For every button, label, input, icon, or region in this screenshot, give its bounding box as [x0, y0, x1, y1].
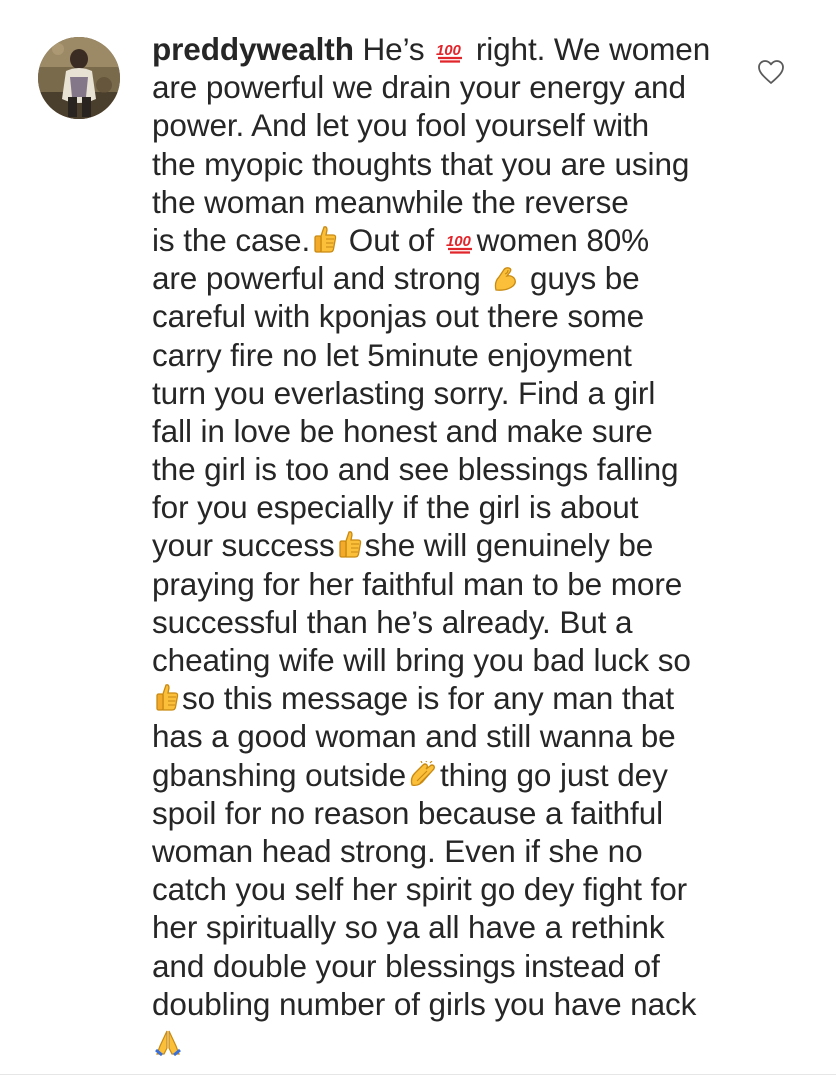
comment-text-segment: He’s	[353, 31, 434, 67]
comment-line: cheating wife will bring you bad luck so	[152, 641, 732, 679]
comment-text-segment: successful than he’s already. But a	[152, 603, 633, 640]
comment-line: and double your blessings instead of	[152, 947, 732, 985]
comment-text-segment: she will genuinely be	[364, 527, 654, 564]
profile-photo	[38, 37, 120, 119]
thumbs-up-icon	[312, 224, 338, 254]
comment-text-segment: so this message is for any man that	[182, 680, 674, 717]
comment-text-segment: power. And let you fool yourself with	[152, 107, 650, 144]
comment: preddywealth He’s 100 right. We women are…	[0, 0, 836, 1080]
comment-text-segment: cheating wife will bring you bad luck so	[152, 642, 691, 678]
divider	[0, 1074, 836, 1075]
comment-line: doubling number of girls you have nack	[152, 985, 732, 1023]
comment-text-segment: praying for her faithful man to be more	[152, 565, 683, 602]
comment-line: are powerful we drain your energy and	[152, 68, 732, 106]
comment-text-segment: your success	[152, 527, 335, 564]
comment-line: fall in love be honest and make sure	[152, 412, 732, 450]
comment-text-segment: right. We women	[467, 31, 711, 67]
comment-text-segment: are powerful and strong	[152, 260, 490, 297]
comment-line	[152, 1023, 732, 1061]
comment-text-segment: fall in love be honest and make sure	[152, 412, 653, 449]
comment-line: for you especially if the girl is about	[152, 488, 732, 526]
comment-text-segment: Out of	[340, 221, 443, 258]
comment-line: woman head strong. Even if she no	[152, 832, 732, 870]
comment-line: preddywealth He’s 100 right. We women	[152, 30, 732, 68]
comment-line: has a good woman and still wanna be	[152, 717, 732, 755]
comment-text-segment: careful with kponjas out there some	[152, 298, 645, 335]
comment-text-segment: and double your blessings instead of	[152, 947, 660, 984]
hundred-points-icon: 100	[435, 41, 465, 63]
comment-text-segment: is the case.	[152, 221, 311, 258]
comment-text-segment: guys be	[521, 260, 640, 297]
comment-text-segment: women 80%	[476, 221, 650, 258]
folded-hands-icon	[154, 1028, 182, 1056]
comment-text-segment: gbanshing outside	[152, 756, 407, 793]
comment-line: carry fire no let 5minute enjoyment	[152, 336, 732, 374]
comment-text-segment: for you especially if the girl is about	[152, 489, 639, 526]
clapping-hands-icon	[408, 760, 438, 789]
avatar[interactable]	[38, 37, 120, 119]
comment-line: praying for her faithful man to be more	[152, 565, 732, 603]
comment-text-segment: doubling number of girls you have nack	[152, 985, 697, 1022]
comment-line: spoil for no reason because a faithful	[152, 794, 732, 832]
comment-line: turn you everlasting sorry. Find a girl	[152, 374, 732, 412]
svg-text:100: 100	[436, 42, 461, 59]
flexed-biceps-icon	[491, 264, 519, 292]
comment-text-segment: spoil for no reason because a faithful	[152, 794, 664, 831]
comment-text-segment: turn you everlasting sorry. Find a girl	[152, 374, 656, 411]
comment-line: so this message is for any man that	[152, 679, 732, 717]
comment-line: successful than he’s already. But a	[152, 603, 732, 641]
comment-text-segment: has a good woman and still wanna be	[152, 718, 676, 755]
comment-text-segment: catch you self her spirit go dey fight f…	[152, 871, 688, 908]
comment-line: power. And let you fool yourself with	[152, 106, 732, 144]
thumbs-up-icon	[154, 682, 180, 712]
comment-text-segment: are powerful we drain your energy and	[152, 69, 686, 106]
comment-line: the woman meanwhile the reverse	[152, 183, 732, 221]
comment-text-segment: woman head strong. Even if she no	[152, 832, 643, 869]
comment-line: are powerful and strong guys be	[152, 259, 732, 297]
comment-text-segment: thing go just dey	[440, 756, 668, 793]
comment-line: catch you self her spirit go dey fight f…	[152, 870, 732, 908]
comment-line: gbanshing outside thing go just dey	[152, 756, 732, 794]
comment-text-segment: carry fire no let 5minute enjoyment	[152, 336, 632, 373]
hundred-points-icon: 100	[445, 232, 475, 254]
comment-text-segment: the myopic thoughts that you are using	[152, 145, 690, 182]
comment-line: your success she will genuinely be	[152, 526, 732, 564]
comment-text-segment: the girl is too and see blessings fallin…	[152, 451, 679, 488]
svg-text:100: 100	[446, 233, 471, 250]
comment-line: careful with kponjas out there some	[152, 297, 732, 335]
comment-line: the girl is too and see blessings fallin…	[152, 450, 732, 488]
thumbs-up-icon	[337, 529, 363, 559]
username-link[interactable]: preddywealth	[152, 31, 354, 67]
comment-text-segment: the woman meanwhile the reverse	[152, 183, 629, 220]
heart-outline-icon[interactable]	[757, 59, 785, 85]
comment-text: preddywealth He’s 100 right. We women are…	[152, 30, 732, 1061]
comment-line: is the case. Out of 100 women 80%	[152, 221, 732, 259]
comment-line: her spiritually so ya all have a rethink	[152, 908, 732, 946]
comment-line: the myopic thoughts that you are using	[152, 145, 732, 183]
comment-text-segment: her spiritually so ya all have a rethink	[152, 909, 665, 946]
